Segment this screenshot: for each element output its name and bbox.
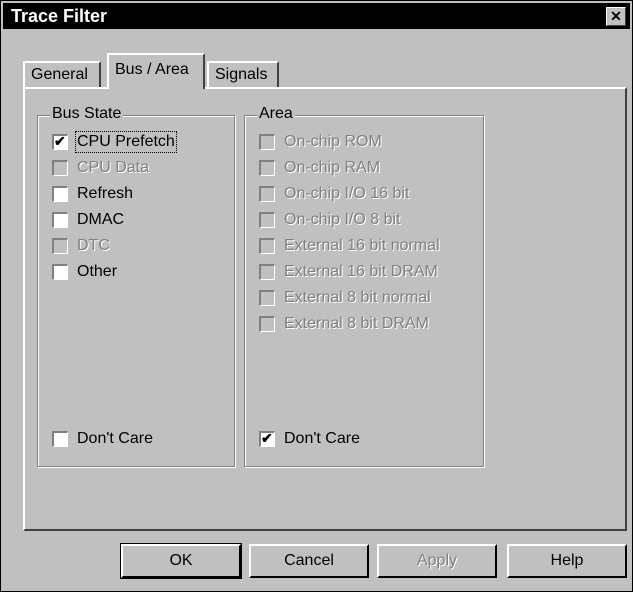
title-bar[interactable]: Trace Filter ✕ (3, 3, 630, 29)
ok-button-label: OK (169, 552, 193, 569)
checkbox-box (259, 134, 275, 150)
checkbox-box (52, 238, 68, 254)
checkbox-box[interactable] (52, 212, 68, 228)
area-checkbox-3: On-chip I/O 8 bit (259, 209, 401, 231)
checkbox-label: External 8 bit normal (284, 289, 431, 306)
checkbox-box (259, 264, 275, 280)
checkbox-label: CPU Data (77, 159, 150, 176)
bus-state-group-title: Bus State (50, 105, 124, 123)
checkbox-label: External 16 bit DRAM (284, 263, 438, 280)
checkbox-label: External 16 bit normal (284, 237, 440, 254)
checkbox-label: CPU Prefetch (75, 131, 177, 153)
checkbox-box (259, 316, 275, 332)
checkbox-label: Don't Care (77, 430, 153, 447)
close-icon: ✕ (610, 8, 622, 24)
tab-signals[interactable]: Signals (207, 61, 279, 87)
area-checkbox-4: External 16 bit normal (259, 235, 440, 257)
checkbox-box (52, 160, 68, 176)
checkbox-box[interactable]: ✔ (52, 133, 68, 150)
area-checkbox-2: On-chip I/O 16 bit (259, 183, 409, 205)
tab-bus-area[interactable]: Bus / Area (107, 53, 205, 89)
area-checkbox-1: On-chip RAM (259, 157, 380, 179)
checkbox-box (259, 290, 275, 306)
cancel-button[interactable]: Cancel (249, 544, 369, 578)
dialog-title: Trace Filter (11, 6, 108, 26)
area-dont-care-checkbox[interactable]: ✔ Don't Care (259, 428, 360, 450)
apply-button[interactable]: Apply (377, 544, 497, 578)
checkbox-label: External 8 bit DRAM (284, 315, 429, 332)
bus-state-checkbox-3[interactable]: DMAC (52, 209, 124, 231)
apply-button-label: Apply (416, 552, 458, 569)
checkbox-box (259, 212, 275, 228)
bus-state-dont-care-checkbox[interactable]: Don't Care (52, 428, 153, 450)
cancel-button-label: Cancel (284, 552, 334, 569)
area-checkbox-0: On-chip ROM (259, 131, 382, 153)
checkbox-box[interactable]: ✔ (259, 430, 275, 447)
checkbox-box (259, 160, 275, 176)
bus-state-checkbox-2[interactable]: Refresh (52, 183, 133, 205)
tab-general-label: General (31, 66, 88, 83)
checkbox-label: Refresh (77, 185, 134, 202)
bus-state-group: Bus State ✔ CPU Prefetch CPU Data Refresh DM… (37, 105, 235, 467)
checkbox-label: On-chip RAM (284, 159, 381, 176)
checkbox-label: On-chip ROM (284, 133, 382, 150)
checkbox-label: On-chip I/O 8 bit (284, 211, 401, 228)
close-button[interactable]: ✕ (606, 7, 626, 26)
area-checkbox-6: External 8 bit normal (259, 287, 431, 309)
checkbox-label: DTC (77, 237, 110, 254)
trace-filter-dialog: Trace Filter ✕ General Bus / Area Signal… (0, 0, 633, 592)
checkbox-box[interactable] (52, 186, 68, 202)
tab-general[interactable]: General (23, 61, 101, 87)
checkbox-label: Don't Care (284, 430, 360, 447)
check-icon: ✔ (54, 133, 66, 149)
checkbox-box[interactable] (52, 264, 68, 280)
tab-signals-label: Signals (215, 66, 268, 83)
area-checkbox-5: External 16 bit DRAM (259, 261, 438, 283)
bus-state-checkbox-1: CPU Data (52, 157, 149, 179)
checkbox-box (259, 238, 275, 254)
area-group-title: Area (257, 105, 295, 123)
check-icon: ✔ (261, 430, 273, 446)
ok-button[interactable]: OK (120, 543, 242, 579)
area-group: Area On-chip ROM On-chip RAM On-chip I/O 1… (244, 105, 484, 467)
area-checkbox-7: External 8 bit DRAM (259, 313, 429, 335)
help-button-label: Help (550, 552, 584, 569)
tab-bus-area-label: Bus / Area (115, 61, 189, 78)
checkbox-label: On-chip I/O 16 bit (284, 185, 410, 202)
bus-state-checkbox-0[interactable]: ✔ CPU Prefetch (52, 131, 177, 153)
checkbox-box[interactable] (52, 431, 68, 447)
help-button[interactable]: Help (507, 544, 627, 578)
bus-state-checkbox-5[interactable]: Other (52, 261, 117, 283)
checkbox-label: DMAC (77, 211, 125, 228)
checkbox-label: Other (77, 263, 118, 280)
bus-state-checkbox-4: DTC (52, 235, 110, 257)
checkbox-box (259, 186, 275, 202)
